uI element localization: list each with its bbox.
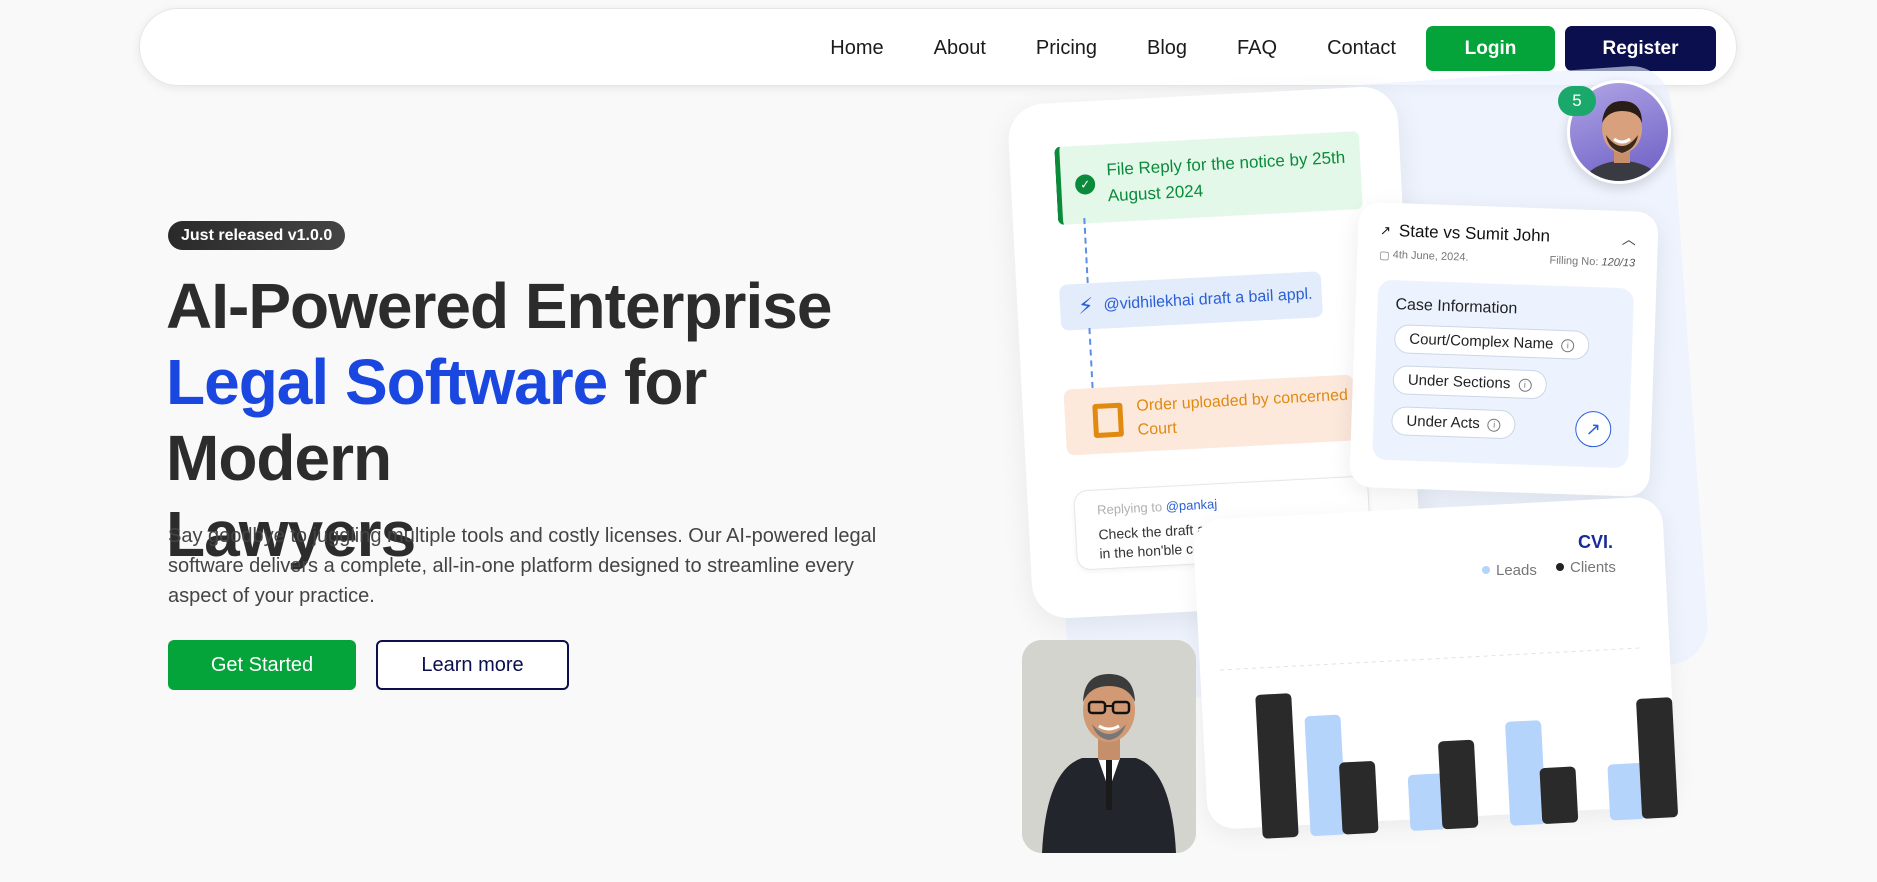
case-meta: ▢ 4th June, 2024. Filling No: 120/13 [1379, 249, 1635, 271]
task-item-order-text: Order uploaded by concerned Court [1136, 386, 1349, 439]
legend-swatch-leads [1482, 566, 1490, 574]
reply-header: Replying to @pankaj [1096, 490, 1346, 518]
info-icon: i [1561, 338, 1575, 352]
field-label: Under Sections [1407, 371, 1511, 393]
nav-link-faq[interactable]: FAQ [1237, 26, 1277, 71]
nav-link-blog[interactable]: Blog [1147, 26, 1187, 71]
bar-clients-4 [1636, 697, 1678, 819]
nav-link-about[interactable]: About [934, 26, 986, 71]
task-item-reply-text: File Reply for the notice by 25th August… [1105, 147, 1346, 206]
register-button[interactable]: Register [1565, 26, 1716, 71]
avatar-businessman [1022, 640, 1196, 853]
case-card: ↗ State vs Sumit John ︿ ▢ 4th June, 2024… [1349, 201, 1659, 498]
nav-link-home[interactable]: Home [830, 26, 883, 71]
bar-clients-0 [1255, 693, 1299, 839]
legend-label-leads: Leads [1496, 562, 1537, 579]
legend-swatch-clients [1556, 563, 1564, 571]
hero-title-accent: Legal Software [166, 346, 608, 418]
nav-link-contact[interactable]: Contact [1327, 26, 1396, 71]
hero-description: Say goodbye to juggling multiple tools a… [168, 525, 877, 607]
bar-clients-1 [1339, 761, 1379, 835]
filing-number: Filling No: 120/13 [1549, 255, 1635, 271]
film-icon [1092, 402, 1125, 439]
chevron-up-icon: ︿ [1621, 231, 1637, 248]
field-court-complex: Court/Complex Name i [1393, 324, 1590, 360]
case-date: 4th June, 2024. [1392, 249, 1469, 264]
calendar-icon: ▢ [1378, 249, 1393, 263]
bar-clients-3 [1539, 766, 1579, 824]
get-started-button[interactable]: Get Started [168, 640, 356, 690]
hero-title-line1: AI-Powered Enterprise [166, 270, 832, 342]
info-icon: i [1518, 378, 1532, 392]
reply-prefix: Replying to [1096, 499, 1163, 518]
lightning-icon: ⚡ [1077, 293, 1095, 319]
legend-label-clients: Clients [1570, 559, 1616, 576]
field-under-sections: Under Sections i [1392, 365, 1547, 400]
leads-clients-bar-chart: CVI. Leads Clients [1219, 532, 1678, 839]
arrow-up-right-icon: ↗ [1574, 410, 1612, 448]
reply-user: @pankaj [1165, 496, 1218, 514]
chart-grid-line [1219, 647, 1641, 671]
task-item-reply: ✓ File Reply for the notice by 25th Augu… [1054, 131, 1363, 225]
filing-label: Filling No: [1549, 254, 1599, 269]
bar-clients-2 [1438, 739, 1479, 830]
task-item-mention-text: @vidhilekhai draft a bail appl. [1103, 285, 1313, 314]
case-title: State vs Sumit John [1398, 221, 1551, 246]
learn-more-button[interactable]: Learn more [376, 640, 569, 690]
filing-value: 120/13 [1601, 256, 1636, 270]
case-information-panel: Case Information Court/Complex Name i Und… [1372, 279, 1635, 469]
check-icon: ✓ [1074, 173, 1096, 195]
nav-links: Home About Pricing Blog FAQ Contact Logi… [830, 26, 1716, 71]
businessman-illustration [1022, 640, 1196, 853]
release-badge: Just released v1.0.0 [168, 221, 346, 250]
chart-logo: CVI. [1578, 532, 1613, 552]
field-label: Under Acts [1406, 412, 1481, 433]
external-link-icon: ↗ [1379, 222, 1392, 238]
case-info-title: Case Information [1395, 296, 1518, 318]
case-title-row: ↗ State vs Sumit John ︿ [1380, 221, 1637, 250]
info-icon: i [1487, 418, 1501, 432]
field-under-acts: Under Acts i [1390, 406, 1517, 440]
field-label: Court/Complex Name [1409, 330, 1554, 353]
nav-link-pricing[interactable]: Pricing [1036, 26, 1097, 71]
login-button[interactable]: Login [1426, 26, 1555, 71]
notification-count-badge: 5 [1558, 86, 1596, 116]
